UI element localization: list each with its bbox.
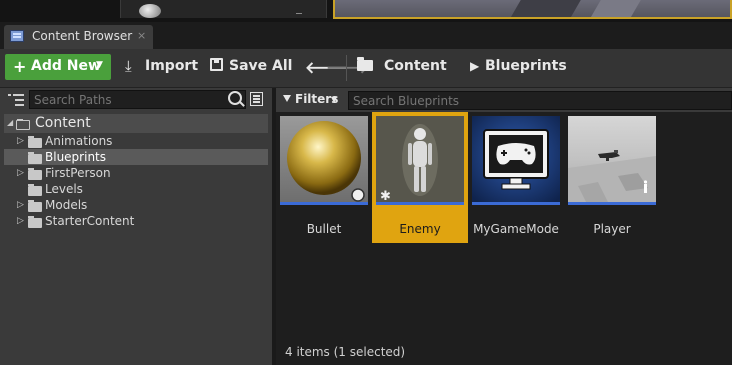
status-text: 4 items (1 selected) (285, 345, 406, 359)
folder-icon (28, 152, 42, 164)
details-panel-fragment (120, 0, 327, 18)
tree-item-animations[interactable]: Animations (45, 134, 112, 148)
folder-icon (28, 216, 42, 228)
breadcrumb-separator-icon[interactable]: ▶ (470, 59, 479, 73)
asset-name: Player (593, 222, 631, 236)
search-icon[interactable] (228, 91, 242, 105)
tree-item-firstperson[interactable]: FirstPerson (45, 166, 111, 180)
gold-sphere-icon (280, 116, 368, 202)
close-icon[interactable]: × (137, 29, 146, 42)
sphere-preview-icon (139, 4, 161, 18)
plus-icon: + (13, 57, 27, 76)
folder-icon (28, 168, 42, 180)
gamepad-monitor-icon (472, 116, 560, 202)
asset-type-bar (472, 202, 560, 205)
chevron-down-icon[interactable]: ▼ (96, 60, 103, 70)
asset-type-bar (376, 202, 464, 205)
tree-item-models[interactable]: Models (45, 198, 87, 212)
save-icon[interactable] (210, 58, 223, 71)
import-button[interactable]: Import (145, 58, 198, 74)
asset-tile-player[interactable]: Player (568, 116, 656, 244)
view-options-icon[interactable] (250, 92, 263, 106)
add-new-label[interactable]: Add New (31, 58, 101, 74)
folder-icon (28, 136, 42, 148)
asset-tile-enemy[interactable]: ✱ Enemy (376, 116, 464, 244)
divider (346, 55, 347, 81)
content-browser-icon (10, 30, 24, 42)
asset-name: MyGameMode (473, 222, 559, 236)
collapsed-caret-icon[interactable]: ▷ (17, 216, 24, 226)
svg-text:✱: ✱ (380, 189, 391, 202)
expanded-caret-icon[interactable]: ◢ (7, 118, 13, 127)
tree-item-levels[interactable]: Levels (45, 182, 83, 196)
collapsed-caret-icon[interactable]: ▷ (17, 200, 24, 210)
tree-item-startercontent[interactable]: StarterContent (45, 214, 134, 228)
folder-open-icon (16, 119, 30, 130)
tab-title: Content Browser (32, 29, 133, 43)
search-paths-input[interactable] (29, 90, 246, 109)
asset-name: Enemy (399, 222, 441, 236)
import-icon[interactable]: ⤓ (125, 57, 132, 75)
search-assets-input[interactable] (348, 91, 732, 110)
folder-icon (28, 200, 42, 212)
asset-type-bar (280, 202, 368, 205)
asset-name: Bullet (306, 222, 342, 236)
divider (296, 13, 302, 14)
folder-icon[interactable] (357, 57, 373, 71)
save-all-button[interactable]: Save All (229, 58, 292, 74)
chevron-down-icon[interactable]: ▼ (331, 95, 337, 104)
mannequin-icon: ✱ (376, 116, 464, 202)
asset-tile-mygamemode[interactable]: MyGameMode (472, 116, 560, 244)
toggle-sources-icon[interactable] (8, 93, 24, 107)
level-viewport[interactable] (333, 0, 732, 19)
breadcrumb-content[interactable]: Content (384, 58, 447, 74)
asset-type-bar (568, 202, 656, 205)
tree-item-label[interactable]: Content (35, 115, 91, 131)
tree-selection-highlight (4, 149, 268, 165)
player-scene-icon (568, 116, 656, 202)
collapsed-caret-icon[interactable]: ▷ (17, 136, 24, 146)
filter-icon[interactable] (283, 95, 291, 102)
asset-tile-bullet[interactable]: Bullet (280, 116, 368, 244)
folder-icon (28, 184, 42, 196)
tree-item-blueprints[interactable]: Blueprints (45, 150, 106, 164)
breadcrumb-blueprints[interactable]: Blueprints (485, 58, 567, 74)
collapsed-caret-icon[interactable]: ▷ (17, 168, 24, 178)
